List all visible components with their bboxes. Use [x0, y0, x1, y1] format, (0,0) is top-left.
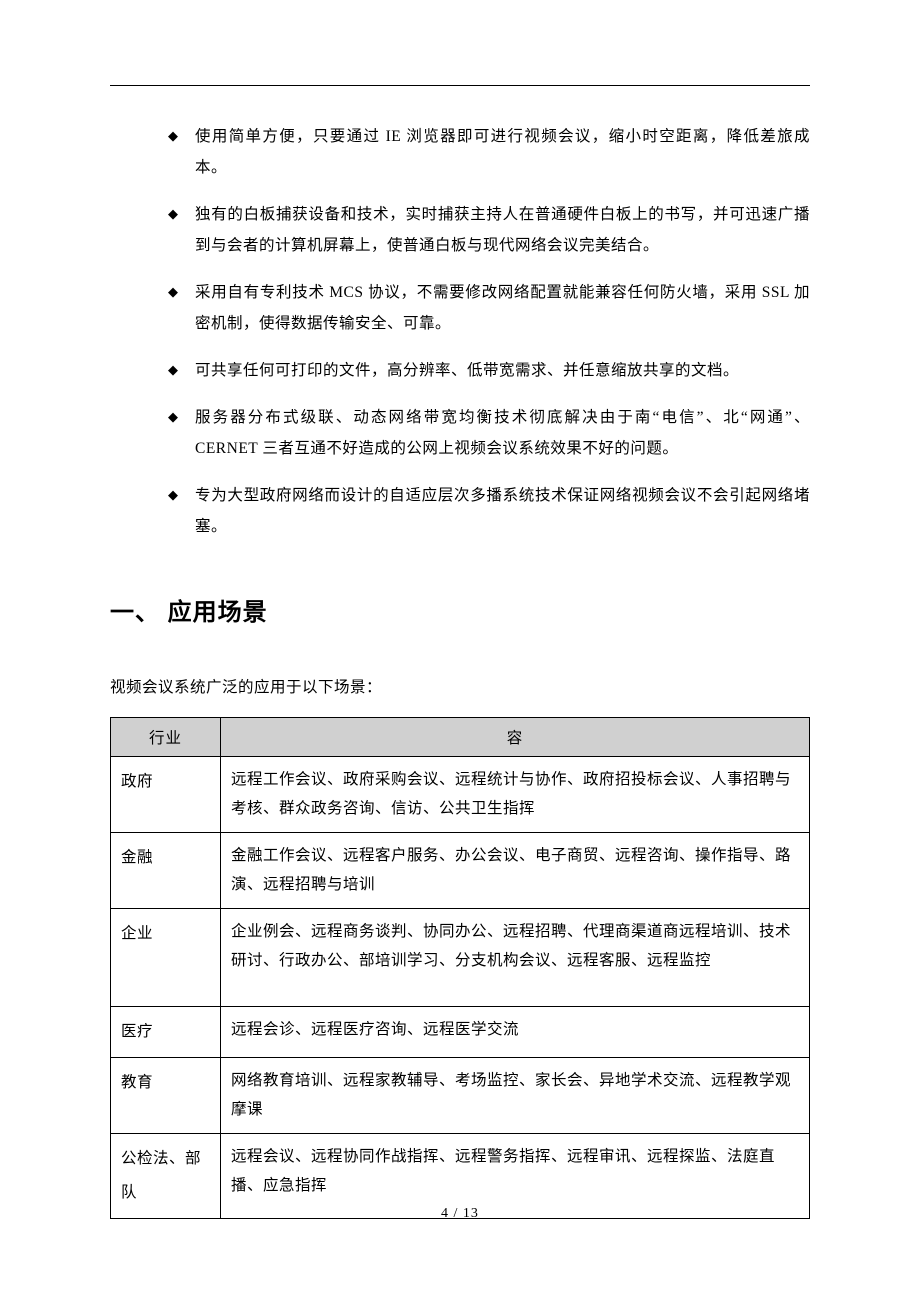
table-header-industry: 行业 [111, 718, 221, 757]
bullet-item: 服务器分布式级联、动态网络带宽均衡技术彻底解决由于南“电信”、北“网通”、CER… [170, 402, 810, 464]
cell-content: 远程工作会议、政府采购会议、远程统计与协作、政府招投标会议、人事招聘与考核、群众… [221, 757, 810, 833]
bullet-list: 使用简单方便，只要通过 IE 浏览器即可进行视频会议，缩小时空距离，降低差旅成本… [110, 121, 810, 542]
bullet-item: 专为大型政府网络而设计的自适应层次多播系统技术保证网络视频会议不会引起网络堵塞。 [170, 480, 810, 542]
header-divider [110, 85, 810, 86]
table-header-content: 容 [221, 718, 810, 757]
bullet-item: 采用自有专利技术 MCS 协议，不需要修改网络配置就能兼容任何防火墙，采用 SS… [170, 277, 810, 339]
cell-industry: 金融 [111, 832, 221, 908]
cell-industry: 医疗 [111, 1006, 221, 1057]
cell-content: 远程会诊、远程医疗咨询、远程医学交流 [221, 1006, 810, 1057]
section-heading: 一、 应用场景 [110, 592, 810, 627]
table-row: 教育 网络教育培训、远程家教辅导、考场监控、家长会、异地学术交流、远程教学观摩课 [111, 1057, 810, 1133]
intro-text: 视频会议系统广泛的应用于以下场景： [110, 672, 810, 703]
cell-content: 网络教育培训、远程家教辅导、考场监控、家长会、异地学术交流、远程教学观摩课 [221, 1057, 810, 1133]
page-number: 4 / 13 [0, 1206, 920, 1222]
bullet-item: 独有的白板捕获设备和技术，实时捕获主持人在普通硬件白板上的书写，并可迅速广播到与… [170, 199, 810, 261]
cell-industry: 教育 [111, 1057, 221, 1133]
cell-industry: 企业 [111, 908, 221, 1006]
table-row: 金融 金融工作会议、远程客户服务、办公会议、电子商贸、远程咨询、操作指导、路演、… [111, 832, 810, 908]
bullet-item: 使用简单方便，只要通过 IE 浏览器即可进行视频会议，缩小时空距离，降低差旅成本… [170, 121, 810, 183]
table-row: 政府 远程工作会议、政府采购会议、远程统计与协作、政府招投标会议、人事招聘与考核… [111, 757, 810, 833]
page-content: 使用简单方便，只要通过 IE 浏览器即可进行视频会议，缩小时空距离，降低差旅成本… [0, 0, 920, 1219]
cell-industry: 政府 [111, 757, 221, 833]
cell-content: 金融工作会议、远程客户服务、办公会议、电子商贸、远程咨询、操作指导、路演、远程招… [221, 832, 810, 908]
table-row: 企业 企业例会、远程商务谈判、协同办公、远程招聘、代理商渠道商远程培训、技术研讨… [111, 908, 810, 1006]
table-row: 医疗 远程会诊、远程医疗咨询、远程医学交流 [111, 1006, 810, 1057]
scenarios-table: 行业 容 政府 远程工作会议、政府采购会议、远程统计与协作、政府招投标会议、人事… [110, 717, 810, 1219]
cell-content: 企业例会、远程商务谈判、协同办公、远程招聘、代理商渠道商远程培训、技术研讨、行政… [221, 908, 810, 1006]
bullet-item: 可共享任何可打印的文件，高分辨率、低带宽需求、并任意缩放共享的文档。 [170, 355, 810, 386]
